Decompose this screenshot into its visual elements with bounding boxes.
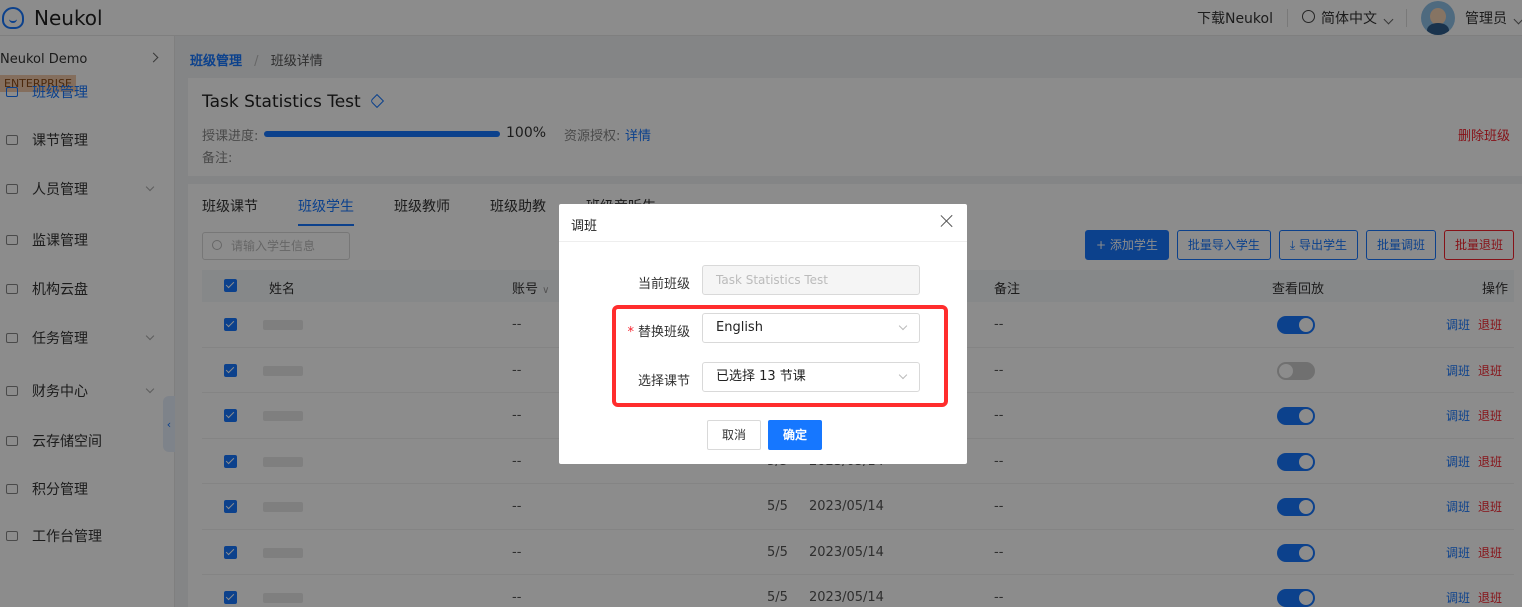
highlight-box (612, 305, 948, 407)
transfer-class-dialog: 调班 当前班级 Task Statistics Test * 替换班级 Engli… (559, 204, 967, 464)
close-icon[interactable] (939, 213, 955, 229)
current-class-field: Task Statistics Test (702, 265, 920, 295)
cancel-button[interactable]: 取消 (707, 420, 762, 450)
dialog-header: 调班 (559, 204, 967, 242)
current-class-label: 当前班级 (637, 277, 690, 292)
dialog-title: 调班 (571, 219, 598, 234)
confirm-button[interactable]: 确定 (768, 420, 823, 450)
